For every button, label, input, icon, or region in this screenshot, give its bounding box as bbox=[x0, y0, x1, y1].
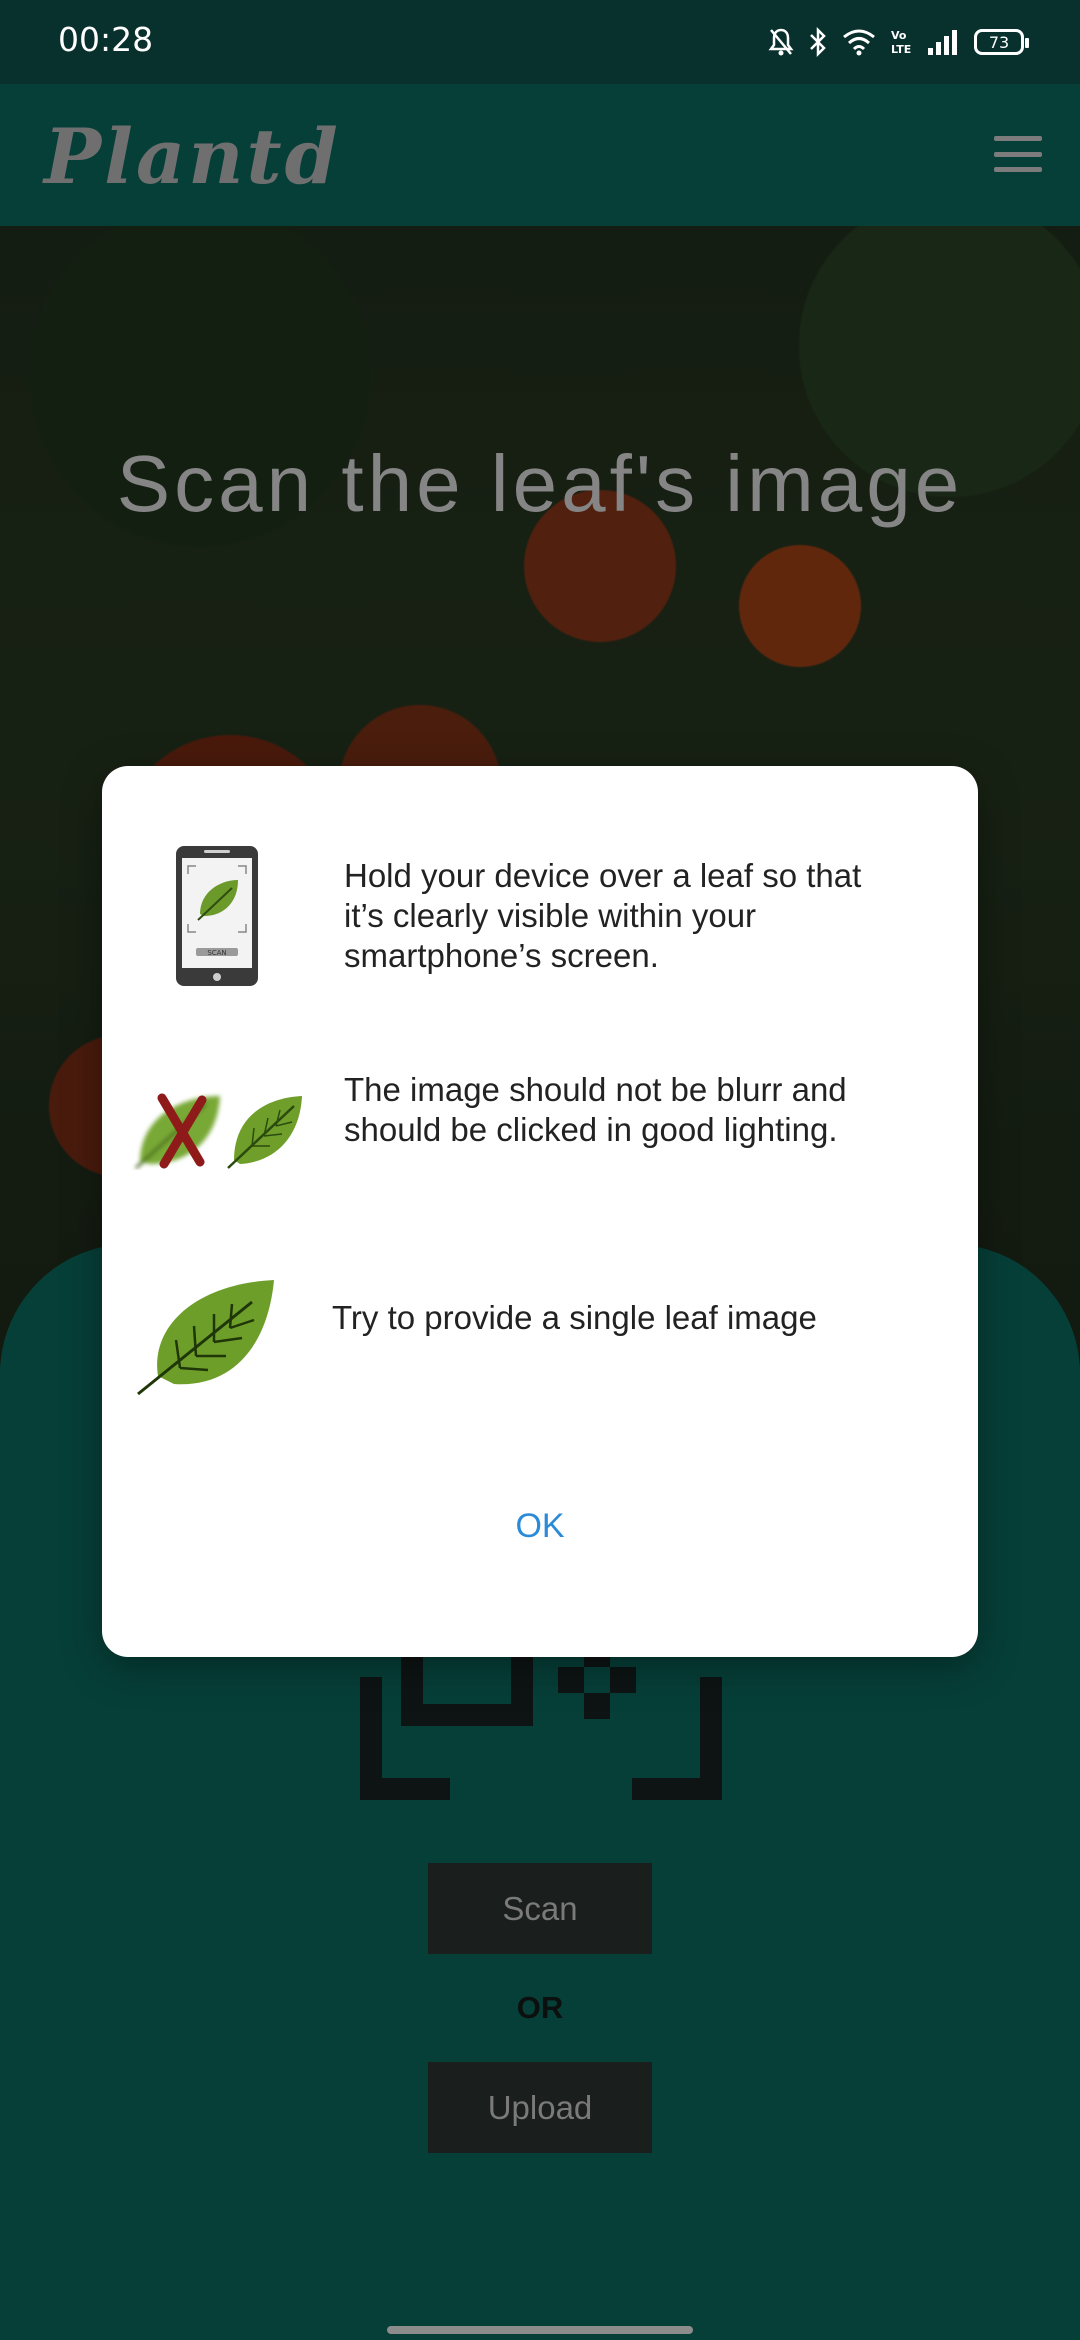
status-icons: Vo LTE 73 bbox=[768, 22, 1029, 62]
or-label: OR bbox=[516, 1990, 564, 2025]
hero-title: Scan the leaf's image bbox=[116, 439, 964, 528]
phone-scan-label: SCAN bbox=[207, 949, 226, 957]
phone-scan-icon: SCAN bbox=[176, 846, 258, 986]
upload-button[interactable]: Upload bbox=[428, 2062, 652, 2153]
status-bar: 00:28 Vo LTE 73 bbox=[0, 0, 1080, 84]
tip-text: Hold your device over a leaf so that it’… bbox=[344, 857, 862, 974]
svg-text:LTE: LTE bbox=[891, 43, 911, 56]
app-title: Plantd bbox=[44, 112, 341, 201]
scan-button[interactable]: Scan bbox=[428, 1863, 652, 1954]
app-bar: Plantd bbox=[0, 84, 1080, 226]
scan-tips-dialog: SCAN Hold your device over a leaf so tha… bbox=[102, 766, 978, 1657]
mute-bell-icon bbox=[768, 28, 794, 56]
blurry-vs-clear-leaf-icon bbox=[135, 1093, 302, 1169]
tip-text: The image should not be blurr and should… bbox=[344, 1071, 847, 1148]
single-leaf-icon bbox=[137, 1280, 274, 1396]
battery-icon: 73 bbox=[974, 29, 1029, 55]
home-indicator[interactable] bbox=[387, 2326, 693, 2334]
svg-text:Vo: Vo bbox=[891, 29, 907, 42]
tip-text: Try to provide a single leaf image bbox=[332, 1299, 817, 1336]
hamburger-menu-icon[interactable] bbox=[994, 136, 1042, 172]
volte-icon: Vo LTE bbox=[891, 29, 911, 56]
signal-icon bbox=[928, 30, 957, 55]
bluetooth-icon bbox=[810, 27, 826, 57]
ok-button[interactable]: OK bbox=[440, 1486, 640, 1566]
wifi-icon bbox=[843, 29, 875, 56]
status-time: 00:28 bbox=[58, 20, 154, 59]
